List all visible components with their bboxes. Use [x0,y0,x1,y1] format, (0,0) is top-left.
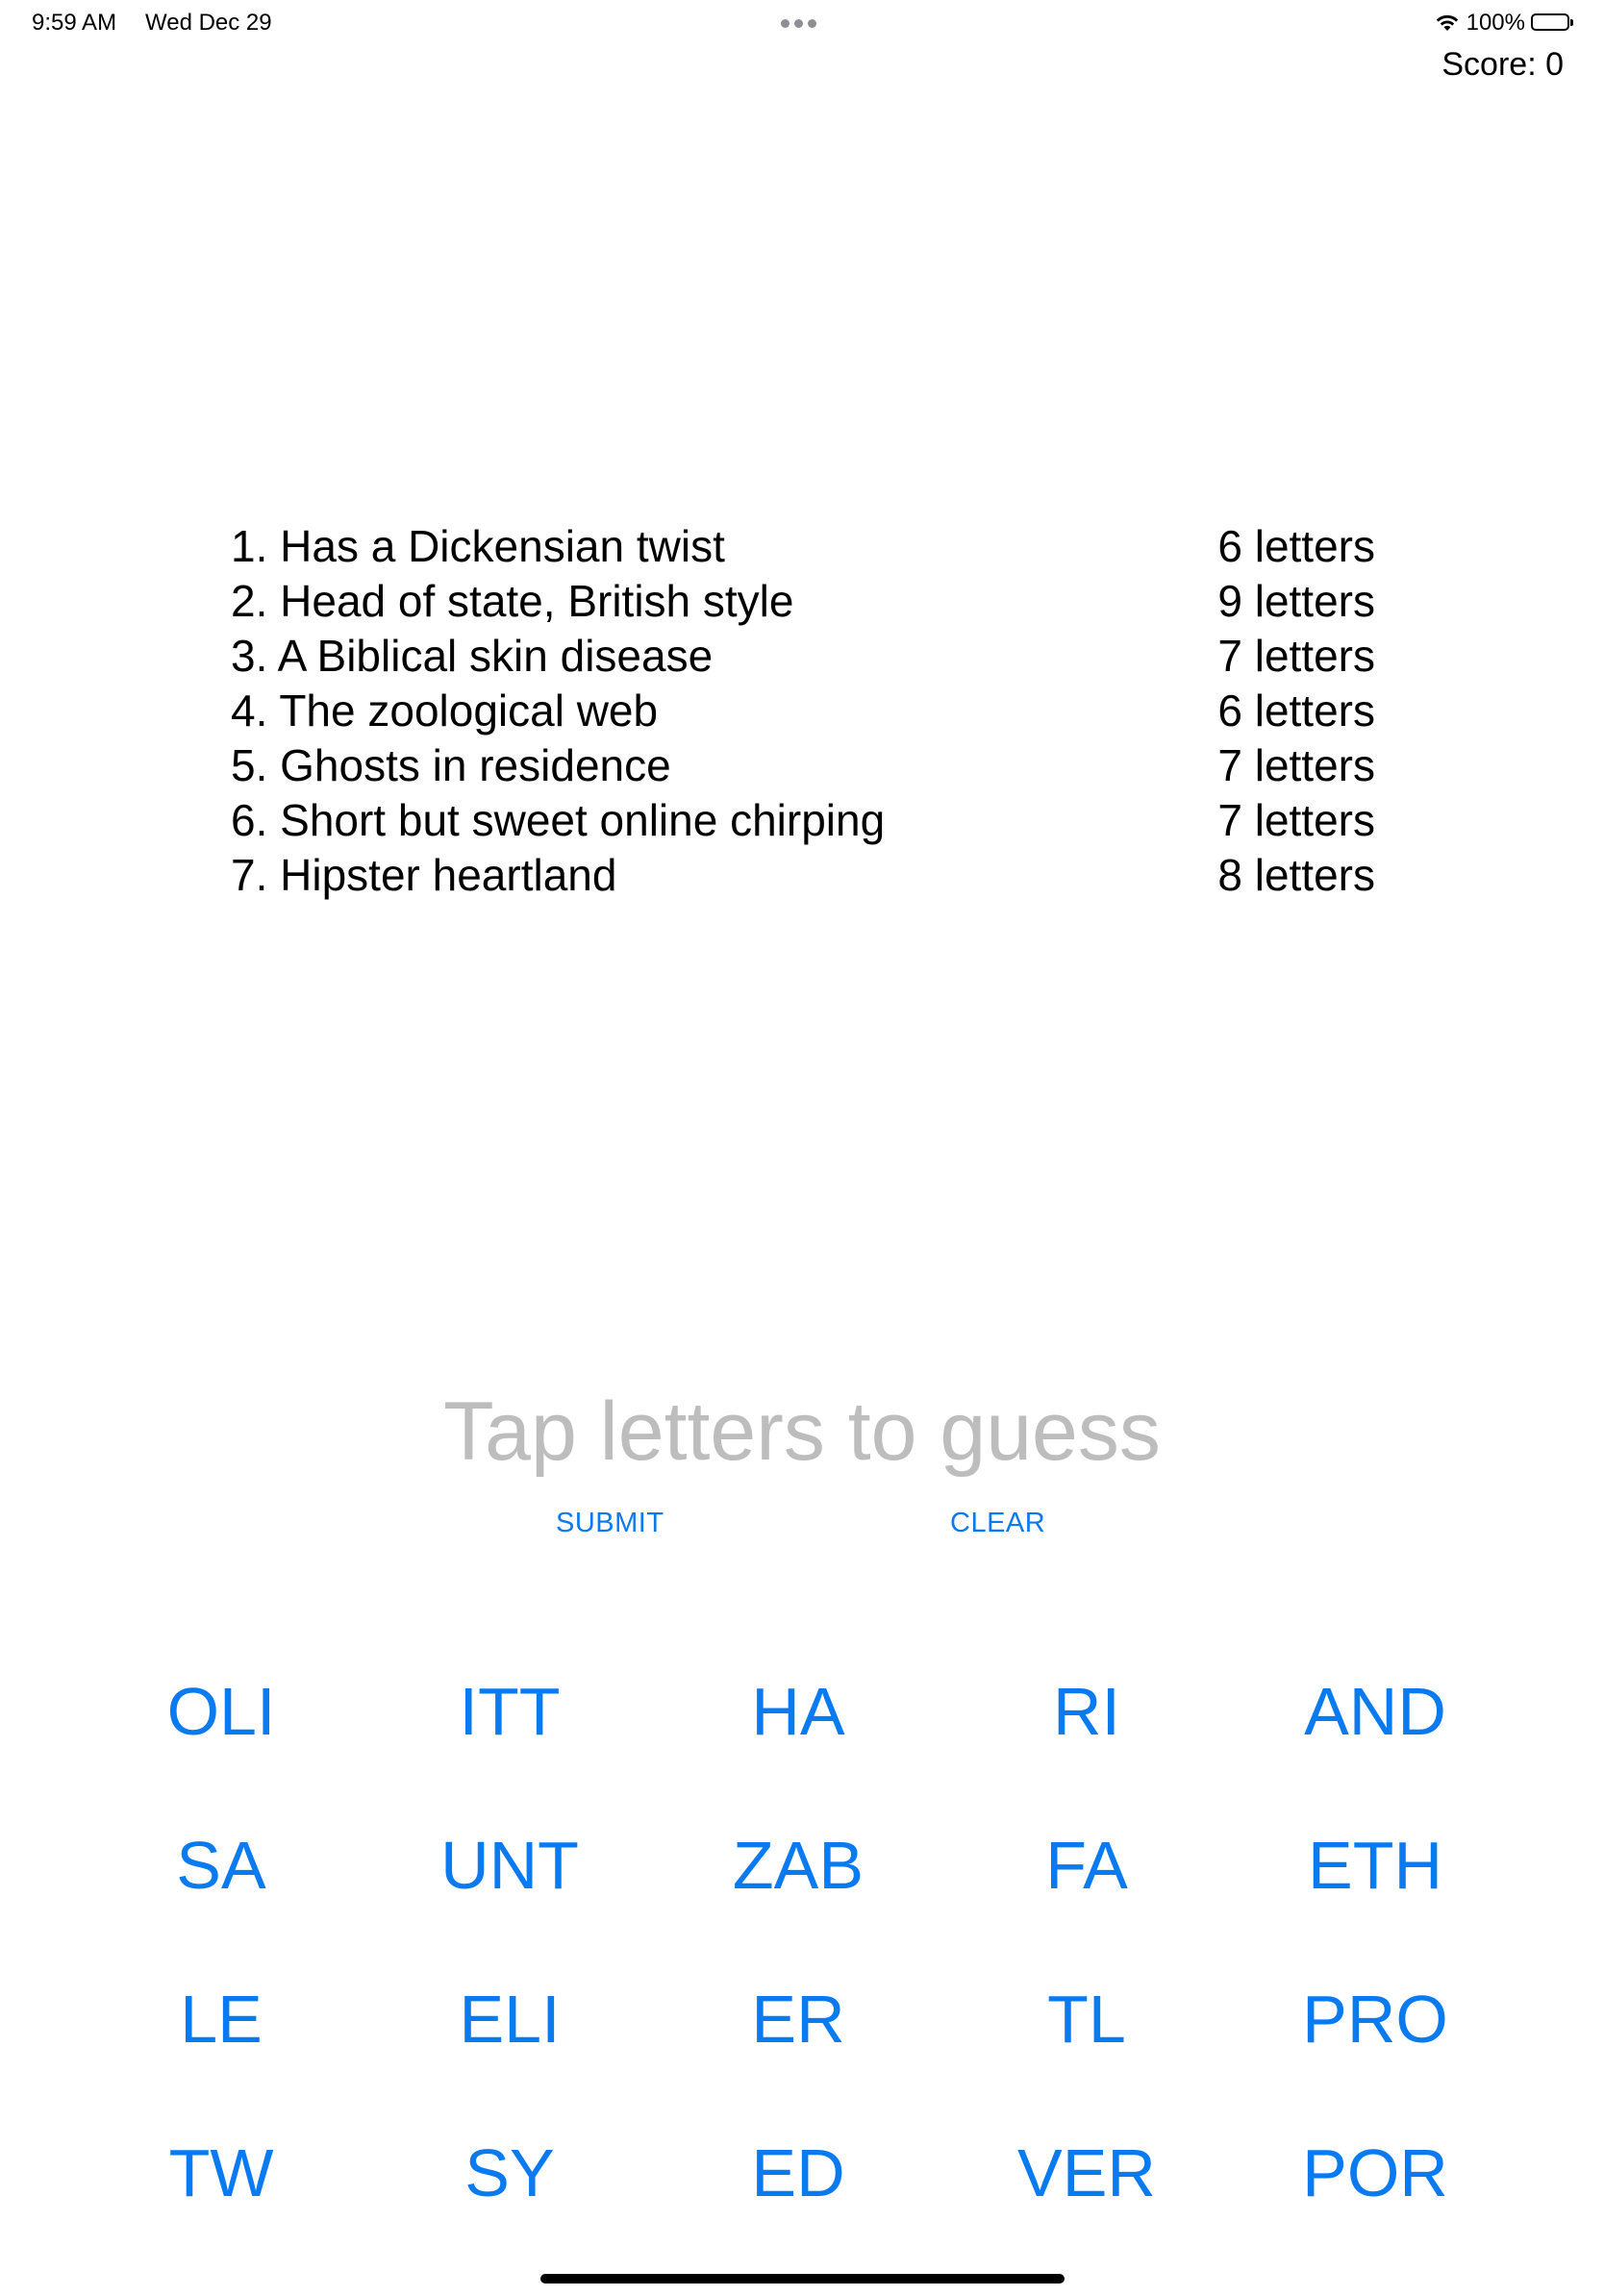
clue-length: 9 letters [1217,576,1375,626]
clue-text: 5. Ghosts in residence [231,740,671,790]
letter-tile[interactable]: HA [654,1635,942,1788]
clue-text: 3. A Biblical skin disease [231,631,714,681]
clear-button[interactable]: CLEAR [950,1508,1045,1539]
letter-tile[interactable]: FA [942,1788,1231,1942]
clue-row: 1. Has a Dickensian twist 6 letters [231,519,1375,574]
letter-tile[interactable]: SY [365,2096,654,2250]
letter-tile[interactable]: RI [942,1635,1231,1788]
status-indicators: 100% [1434,10,1575,37]
letter-tile[interactable]: PRO [1231,1942,1519,2096]
clue-row: 2. Head of state, British style 9 letter… [231,574,1375,629]
clue-length: 8 letters [1217,850,1375,900]
clue-text: 2. Head of state, British style [231,576,794,626]
battery-percentage: 100% [1466,10,1525,36]
letter-tile[interactable]: VER [942,2096,1231,2250]
letter-tile[interactable]: ELI [365,1942,654,2096]
score-label: Score: 0 [1441,46,1564,83]
clue-row: 4. The zoological web 6 letters [231,684,1375,738]
letter-tile[interactable]: ETH [1231,1788,1519,1942]
letter-tile[interactable]: UNT [365,1788,654,1942]
letter-tile[interactable]: ED [654,2096,942,2250]
home-indicator[interactable] [540,2274,1065,2284]
clue-length: 7 letters [1217,631,1375,681]
clue-row: 7. Hipster heartland 8 letters [231,848,1375,903]
clue-length: 7 letters [1217,740,1375,790]
clue-row: 6. Short but sweet online chirping 7 let… [231,793,1375,848]
status-time: 9:59 AM [32,10,117,36]
clue-list: 1. Has a Dickensian twist 6 letters 2. H… [231,519,1375,903]
letter-tile[interactable]: TW [77,2096,365,2250]
clue-text: 1. Has a Dickensian twist [231,521,725,571]
status-bar: 9:59 AM Wed Dec 29 100% [0,0,1604,48]
letter-tile[interactable]: OLI [77,1635,365,1788]
wifi-icon [1434,13,1461,33]
battery-icon [1531,13,1575,33]
clue-text: 7. Hipster heartland [231,850,617,900]
clue-length: 7 letters [1217,795,1375,845]
letter-tile[interactable]: ITT [365,1635,654,1788]
letter-tile[interactable]: POR [1231,2096,1519,2250]
letter-tile[interactable]: TL [942,1942,1231,2096]
letter-tile[interactable]: AND [1231,1635,1519,1788]
status-date: Wed Dec 29 [145,10,272,36]
clue-text: 6. Short but sweet online chirping [231,795,886,845]
clue-length: 6 letters [1217,521,1375,571]
clue-text: 4. The zoological web [231,686,659,736]
letter-tile[interactable]: SA [77,1788,365,1942]
guess-display: Tap letters to guess [443,1385,1161,1478]
clue-row: 5. Ghosts in residence 7 letters [231,738,1375,793]
clue-row: 3. A Biblical skin disease 7 letters [231,629,1375,684]
letter-tile[interactable]: ZAB [654,1788,942,1942]
letter-tile[interactable]: LE [77,1942,365,2096]
multitasking-dots-icon[interactable] [781,19,816,28]
submit-button[interactable]: SUBMIT [556,1508,664,1539]
letter-tile[interactable]: ER [654,1942,942,2096]
letter-tile-grid: OLI ITT HA RI AND SA UNT ZAB FA ETH LE E… [77,1635,1519,2250]
clue-length: 6 letters [1217,686,1375,736]
